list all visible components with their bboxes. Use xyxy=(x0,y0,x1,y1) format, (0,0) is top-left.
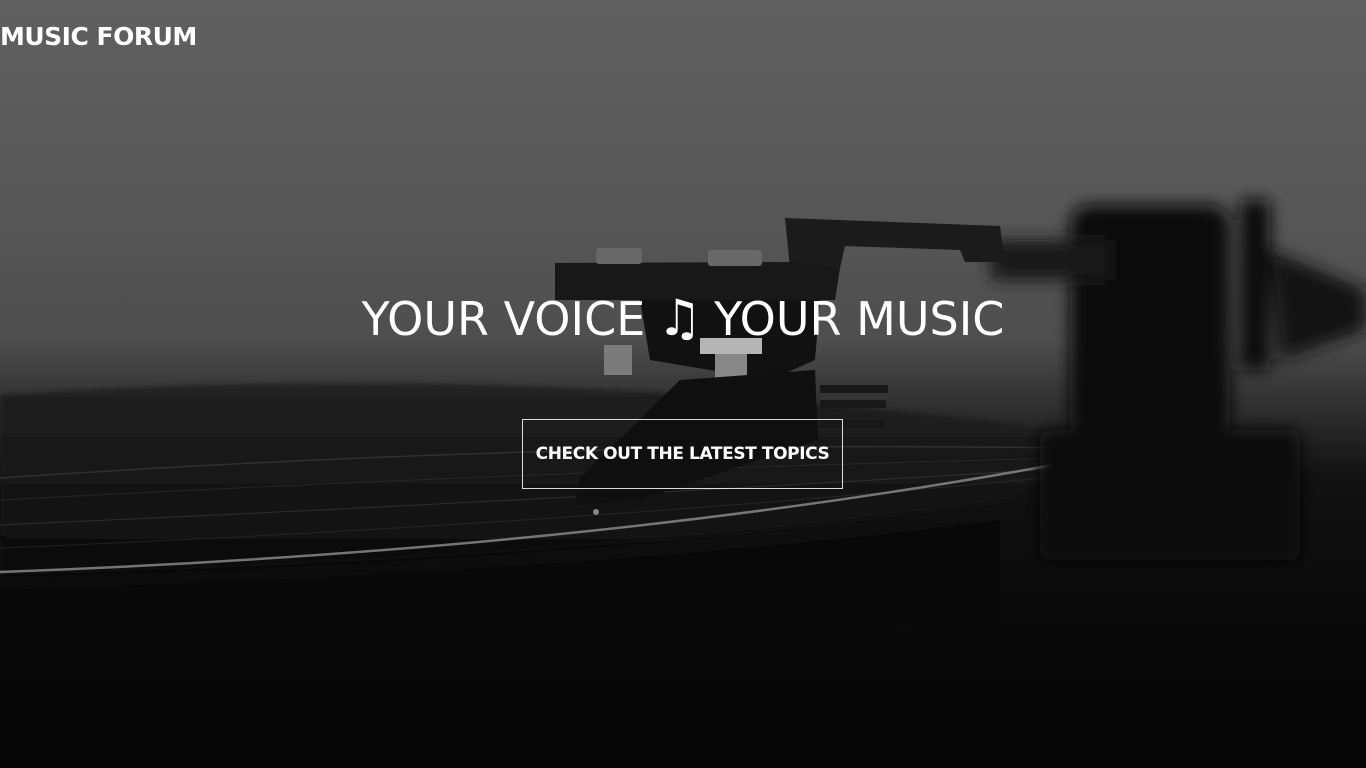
tagline-right: YOUR MUSIC xyxy=(714,292,1005,346)
vinyl-turntable-background-image xyxy=(0,0,1366,768)
site-logo[interactable]: MUSIC FORUM xyxy=(0,22,197,52)
hero-tagline: YOUR VOICE ♫ YOUR MUSIC xyxy=(0,288,1366,348)
music-note-icon: ♫ xyxy=(657,289,703,347)
tagline-left: YOUR VOICE xyxy=(361,292,646,346)
hero-section: MUSIC FORUM YOUR VOICE ♫ YOUR MUSIC CHECK … xyxy=(0,0,1366,768)
latest-topics-button[interactable]: CHECK OUT THE LATEST TOPICS xyxy=(522,419,843,489)
